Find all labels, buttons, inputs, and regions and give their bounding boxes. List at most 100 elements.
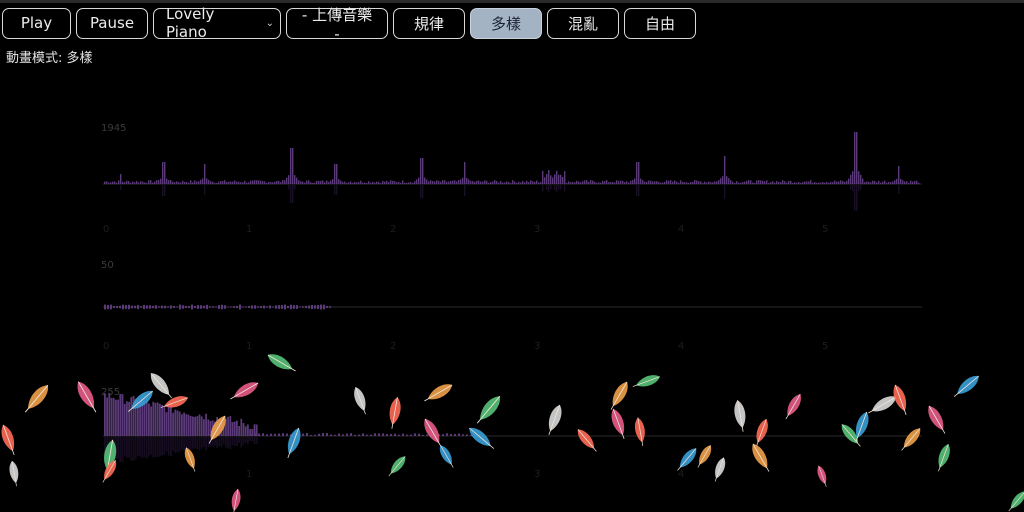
waveform-bar (704, 181, 706, 184)
waveform-bar (886, 182, 888, 184)
feather-icon (77, 381, 97, 413)
waveform-bar (738, 182, 740, 184)
spectrum-bar-reflection (167, 437, 170, 456)
mid-chart-bar (212, 306, 214, 308)
spectrum-bar (378, 433, 380, 436)
spectrum-bar-reflection (130, 437, 133, 461)
spectrum-bar (152, 401, 155, 436)
mid-chart-bar (218, 305, 220, 309)
waveform-bar (758, 180, 760, 184)
waveform-bar (902, 180, 904, 184)
spectrum-bar (454, 433, 456, 436)
spectrum-bar-reflection (148, 437, 150, 457)
waveform-bar (838, 181, 840, 184)
waveform-bar (780, 182, 782, 184)
waveform-bar (916, 180, 918, 184)
waveform-bar (734, 182, 736, 184)
waveform-bar (814, 181, 816, 184)
waveform-bar (324, 182, 326, 184)
waveform-bar (504, 182, 506, 184)
spectrum-bar-reflection (145, 437, 148, 459)
waveform-bar (410, 182, 412, 184)
waveform-bar (234, 180, 236, 184)
waveform-bar (176, 181, 178, 184)
waveform-bar (548, 170, 550, 184)
spectrum-bar (115, 399, 117, 436)
waveform-bar (566, 182, 568, 184)
waveform-bar (214, 182, 216, 184)
waveform-bar (158, 180, 160, 184)
waveform-bar (592, 180, 594, 184)
feather-icon (714, 457, 726, 482)
mid-chart-bar (227, 306, 229, 308)
waveform-bar (824, 182, 826, 184)
waveform-bar (782, 180, 784, 184)
waveform-bar (882, 181, 884, 184)
spectrum-bar-reflection (233, 437, 236, 446)
waveform-bar-reflection (292, 185, 294, 203)
spectrum-bar (231, 422, 234, 436)
waveform-bar (516, 182, 518, 184)
waveform-bar (686, 182, 688, 184)
waveform-bar (164, 162, 166, 184)
waveform-bar (844, 181, 846, 184)
waveform-bar-reflection (550, 185, 552, 190)
mid-chart-bar (161, 305, 163, 309)
waveform-bar (850, 174, 852, 184)
waveform-bar (334, 164, 336, 184)
waveform-bar (370, 182, 372, 184)
spectrum-bar-reflection (143, 437, 146, 458)
waveform-bar (864, 182, 866, 184)
spectrum-bar (266, 434, 268, 436)
waveform-bar (190, 180, 192, 184)
waveform-bar (278, 180, 280, 184)
waveform-bar (590, 180, 592, 184)
mid-chart-bar (107, 304, 109, 310)
spectrum-bar-reflection (238, 437, 240, 444)
waveform-bar (854, 132, 856, 184)
waveform-bar (616, 180, 618, 184)
waveform-bar (598, 182, 600, 184)
mid-chart-bar (200, 305, 202, 309)
waveform-bar (694, 180, 696, 184)
spectrum-bar (233, 421, 236, 436)
spectrum-bar-reflection (220, 437, 223, 448)
waveform-bar (130, 182, 132, 184)
waveform-bar (300, 181, 302, 184)
spectrum-bar-reflection (141, 437, 144, 459)
mid-chart-bar (299, 306, 301, 308)
waveform-bar (714, 181, 716, 184)
waveform-bar (576, 180, 578, 184)
spectrum-bar (350, 433, 352, 436)
waveform-bar (172, 181, 174, 184)
waveform-bar (788, 180, 790, 184)
waveform-bar (544, 177, 546, 184)
waveform-bar (296, 177, 298, 184)
waveform-bar (354, 181, 356, 184)
waveform-bar (258, 180, 260, 184)
spectrum-bar (446, 433, 448, 436)
waveform-bar (230, 181, 232, 184)
waveform-tick: 4 (678, 224, 684, 235)
spectrum-bar (318, 433, 320, 436)
waveform-bar-reflection (556, 185, 558, 192)
mid-chart-bar (257, 306, 259, 308)
spectrum-bar (156, 402, 159, 436)
mid-chart-bar (158, 306, 160, 308)
mid-chart-bar (254, 305, 256, 309)
spectrum-bar-reflection (152, 437, 155, 458)
waveform-bar (110, 182, 112, 184)
waveform-bar (874, 180, 876, 184)
waveform-bar-reflection (120, 185, 122, 190)
waveform-bar (910, 180, 912, 184)
waveform-bar (568, 181, 570, 184)
waveform-bar (556, 170, 558, 184)
feather-icon (632, 375, 660, 387)
waveform-bar (464, 162, 466, 184)
waveform-bar-reflection (854, 185, 856, 211)
spectrum-bar (442, 434, 444, 436)
waveform-bar (900, 178, 902, 184)
spectrum-bar-reflection (225, 437, 227, 448)
waveform-bar (794, 182, 796, 184)
waveform-bar (876, 182, 878, 184)
